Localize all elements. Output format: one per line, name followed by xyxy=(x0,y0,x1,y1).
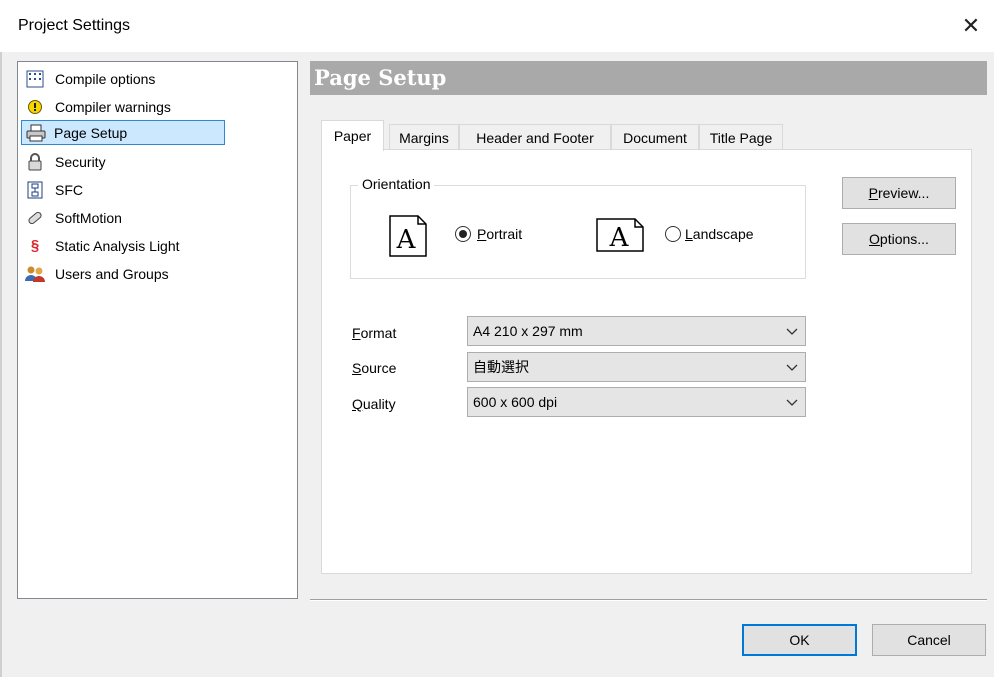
tree-item-label: Users and Groups xyxy=(55,265,169,282)
sfc-icon xyxy=(23,179,47,201)
tree-item-label: SFC xyxy=(55,181,83,198)
softmotion-icon xyxy=(23,207,47,229)
tree-item-security[interactable]: Security xyxy=(21,149,112,174)
format-value: A4 210 x 297 mm xyxy=(473,323,583,339)
landscape-radio[interactable]: Landscape xyxy=(665,226,754,242)
title-bar: Project Settings ✕ xyxy=(0,0,994,52)
chevron-down-icon xyxy=(786,364,798,371)
tree-item-static-analysis-light[interactable]: § Static Analysis Light xyxy=(21,233,186,258)
tree-item-label: Security xyxy=(55,153,106,170)
chevron-down-icon xyxy=(786,399,798,406)
tree-item-label: Page Setup xyxy=(54,124,128,141)
quality-value: 600 x 600 dpi xyxy=(473,394,558,410)
format-select[interactable]: A4 210 x 297 mm xyxy=(467,316,806,346)
tree-item-label: SoftMotion xyxy=(55,209,122,226)
printer-icon xyxy=(24,122,48,144)
window-border xyxy=(0,52,2,677)
radio-selected-dot xyxy=(459,230,467,238)
portrait-label: Portrait xyxy=(477,226,523,242)
options-button-label: Options... xyxy=(869,231,929,247)
tree-item-compiler-warnings[interactable]: Compiler warnings xyxy=(21,94,177,119)
tree-item-page-setup[interactable]: Page Setup xyxy=(21,120,225,145)
preview-button[interactable]: Preview... xyxy=(842,177,956,209)
compile-options-icon xyxy=(23,68,47,90)
tab-header-and-footer[interactable]: Header and Footer xyxy=(459,124,611,150)
footer-separator-highlight xyxy=(310,600,987,601)
tab-margins[interactable]: Margins xyxy=(389,124,459,150)
portrait-radio[interactable]: Portrait xyxy=(455,226,522,242)
source-select[interactable]: 自動選択 xyxy=(467,352,806,382)
users-icon xyxy=(23,263,47,285)
landscape-label: Landscape xyxy=(685,226,754,242)
preview-button-label: Preview... xyxy=(868,185,930,201)
tree-item-sfc[interactable]: SFC xyxy=(21,177,89,202)
tab-title-page[interactable]: Title Page xyxy=(699,124,783,150)
page-title: Page Setup xyxy=(310,61,987,95)
lock-icon xyxy=(23,151,47,173)
cancel-button[interactable]: Cancel xyxy=(872,624,986,656)
warning-icon xyxy=(23,96,47,118)
quality-select[interactable]: 600 x 600 dpi xyxy=(467,387,806,417)
tree-item-label: Compile options xyxy=(55,70,156,87)
tree-item-softmotion[interactable]: SoftMotion xyxy=(21,205,128,230)
close-icon: ✕ xyxy=(961,13,981,38)
source-value: 自動選択 xyxy=(473,359,529,375)
tab-document[interactable]: Document xyxy=(611,124,699,150)
landscape-radio-circle[interactable] xyxy=(665,226,681,242)
tree-item-label: Compiler warnings xyxy=(55,98,171,115)
tab-paper[interactable]: Paper xyxy=(321,120,384,151)
tree-item-compile-options[interactable]: Compile options xyxy=(21,66,161,91)
ok-button[interactable]: OK xyxy=(742,624,857,656)
chevron-down-icon xyxy=(786,328,798,335)
settings-category-tree[interactable]: Compile options Compiler warnings Page S… xyxy=(17,61,298,599)
close-button[interactable]: ✕ xyxy=(948,0,994,52)
tree-item-users-and-groups[interactable]: Users and Groups xyxy=(21,261,175,286)
options-button[interactable]: Options... xyxy=(842,223,956,255)
tree-item-label: Static Analysis Light xyxy=(55,237,180,254)
window-title: Project Settings xyxy=(18,17,131,34)
portrait-radio-circle[interactable] xyxy=(455,226,471,242)
section-sign-icon: § xyxy=(30,237,40,254)
